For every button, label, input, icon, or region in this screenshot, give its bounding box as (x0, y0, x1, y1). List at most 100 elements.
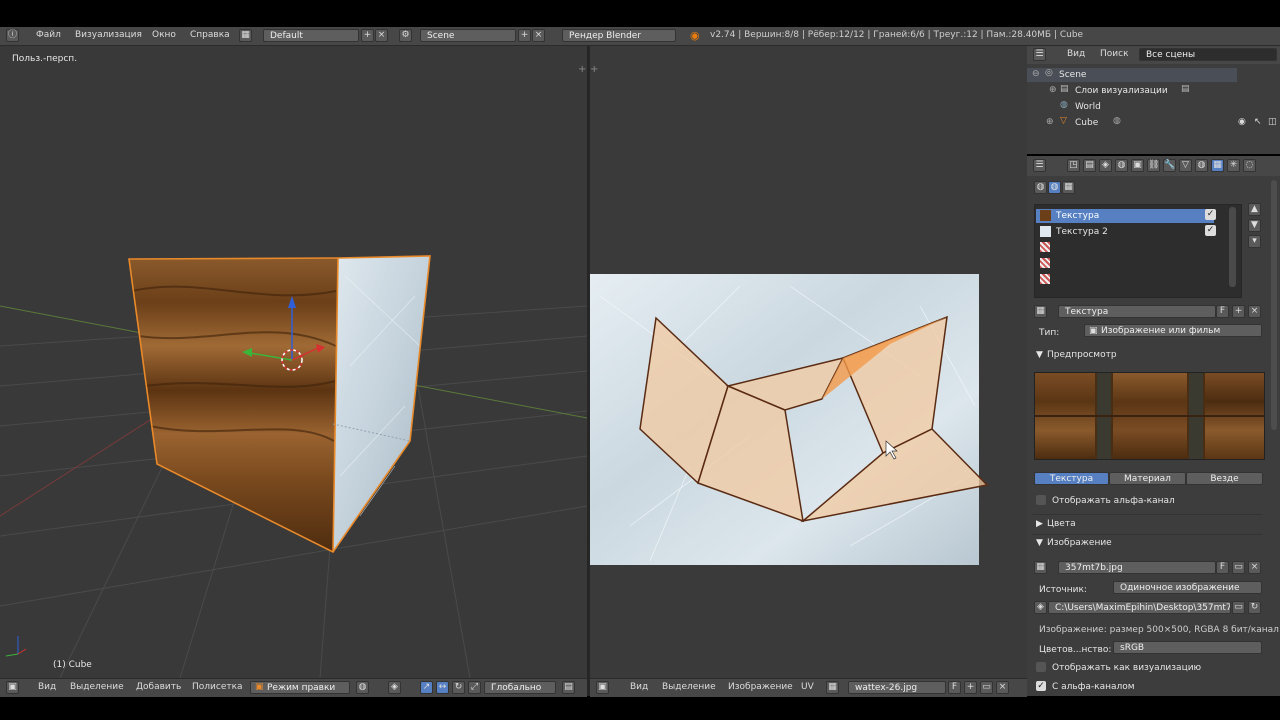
uv-image-name[interactable]: wattex-26.jpg (848, 681, 946, 694)
image-browse-icon[interactable]: ▦ (826, 681, 839, 694)
constraints-tab-icon[interactable]: ⛓ (1147, 159, 1160, 172)
slot-1-checkbox[interactable]: ✓ (1205, 209, 1216, 220)
selectable-arrow-icon[interactable]: ↖ (1254, 117, 1262, 127)
scene-tab-icon[interactable]: ◈ (1099, 159, 1112, 172)
layers-expand-icon[interactable]: ⊕ (1049, 85, 1057, 95)
render-layers-tab-icon[interactable]: ▤ (1083, 159, 1096, 172)
physics-tab-icon[interactable]: ◌ (1243, 159, 1256, 172)
slot-move-down-icon[interactable]: ▼ (1248, 219, 1261, 232)
world-tab-icon[interactable]: ◍ (1115, 159, 1128, 172)
cube-wood-face[interactable] (129, 258, 338, 552)
image-panel-header[interactable]: Изображение (1047, 538, 1112, 548)
outliner-menu-search[interactable]: Поиск (1100, 49, 1129, 59)
particles-tab-icon[interactable]: ✳ (1227, 159, 1240, 172)
uv-menu-select[interactable]: Выделение (662, 682, 716, 692)
texture-name-field[interactable]: Текстура (1058, 305, 1216, 318)
menu-file[interactable]: Файл (36, 30, 61, 40)
render-engine-select[interactable]: Рендер Blender (562, 29, 676, 42)
mode-select[interactable]: Режим правки (250, 681, 350, 694)
image-fake-user-button[interactable]: F (1216, 561, 1229, 574)
image-filepath-field[interactable]: C:\Users\MaximEpihin\Desktop\357mt7b... (1048, 601, 1231, 614)
layout-remove-icon[interactable]: × (375, 29, 388, 42)
menu-render[interactable]: Визуализация (75, 30, 142, 40)
properties-scrollbar[interactable] (1271, 180, 1277, 430)
material-texture-context-icon[interactable]: ◍ (1048, 181, 1061, 194)
uv-canvas[interactable]: + (590, 46, 1027, 678)
menu-add[interactable]: Добавить (136, 682, 181, 692)
translate-icon[interactable]: ↔ (436, 681, 449, 694)
slots-scrollbar[interactable] (1229, 207, 1236, 287)
layers-icon[interactable]: ▤ (562, 681, 575, 694)
show-alpha-checkbox[interactable] (1036, 495, 1046, 505)
slot-move-up-icon[interactable]: ▲ (1248, 203, 1261, 216)
material-tab-icon[interactable]: ◍ (1195, 159, 1208, 172)
menu-view[interactable]: Вид (38, 682, 56, 692)
menu-mesh[interactable]: Полисетка (192, 682, 243, 692)
texture-fake-user-button[interactable]: F (1216, 305, 1229, 318)
uv-menu-uvs[interactable]: UV (801, 682, 814, 692)
filepath-pack-icon[interactable]: ◈ (1034, 601, 1047, 614)
layout-add-icon[interactable]: + (361, 29, 374, 42)
outliner-menu-view[interactable]: Вид (1067, 49, 1085, 59)
texture-slot-2[interactable]: Текстура 2 (1056, 227, 1108, 237)
preview-collapse-icon[interactable]: ▼ (1036, 350, 1043, 360)
renderable-camera-icon[interactable]: ◫ (1268, 117, 1277, 127)
3d-viewport[interactable]: Польз.-персп. + (1) Cube (0, 46, 587, 678)
texture-unlink-icon[interactable]: × (1248, 305, 1261, 318)
uv-menu-view[interactable]: Вид (630, 682, 648, 692)
preview-tab-material[interactable]: Материал (1109, 472, 1186, 485)
world-texture-context-icon[interactable]: ◍ (1034, 181, 1047, 194)
scene-select[interactable]: Scene (420, 29, 516, 42)
image-browse-icon[interactable]: ▦ (1034, 561, 1047, 574)
layout-select[interactable]: Default (263, 29, 359, 42)
image-name-field[interactable]: 357mt7b.jpg (1058, 561, 1216, 574)
filepath-reload-icon[interactable]: ↻ (1248, 601, 1261, 614)
uv-menu-image[interactable]: Изображение (728, 682, 793, 692)
render-tab-icon[interactable]: ◳ (1067, 159, 1080, 172)
cube-ice-face[interactable] (333, 256, 430, 552)
orientation-select[interactable]: Глобально (484, 681, 556, 694)
outliner-item-render-layers[interactable]: Слои визуализации (1075, 86, 1168, 96)
use-alpha-checkbox[interactable]: ✓ (1036, 681, 1046, 691)
outliner-item-scene[interactable]: Scene (1059, 70, 1086, 80)
outliner-display-select[interactable]: Все сцены (1139, 48, 1277, 61)
uv-image-add-icon[interactable]: + (964, 681, 977, 694)
preview-tab-texture[interactable]: Текстура (1034, 472, 1109, 485)
uv-editor-type-icon[interactable]: ▣ (596, 681, 609, 694)
texture-browse-icon[interactable]: ▦ (1034, 305, 1047, 318)
view-as-render-checkbox[interactable] (1036, 662, 1046, 672)
scene-remove-icon[interactable]: × (532, 29, 545, 42)
preview-tab-both[interactable]: Везде (1186, 472, 1263, 485)
info-editor-icon[interactable]: ⓘ (6, 29, 19, 42)
modifiers-tab-icon[interactable]: 🔧 (1163, 159, 1176, 172)
scene-icon[interactable]: ⚙ (399, 29, 412, 42)
colors-expand-icon[interactable]: ▶ (1036, 519, 1043, 529)
slot-2-checkbox[interactable]: ✓ (1205, 225, 1216, 236)
uv-image-open-icon[interactable]: ▭ (980, 681, 993, 694)
editor-type-icon[interactable]: ▣ (6, 681, 19, 694)
shading-sphere-icon[interactable]: ◍ (356, 681, 369, 694)
layout-grid-icon[interactable]: ▦ (239, 29, 252, 42)
colorspace-select[interactable]: sRGB (1113, 641, 1262, 654)
preview-panel-header[interactable]: Предпросмотр (1047, 350, 1117, 360)
image-unlink-icon[interactable]: × (1248, 561, 1261, 574)
empty-slot-5-icon[interactable] (1040, 274, 1050, 284)
slot-specials-icon[interactable]: ▾ (1248, 235, 1261, 248)
texture-tab-icon[interactable]: ▦ (1211, 159, 1224, 172)
outliner-item-cube[interactable]: Cube (1075, 118, 1098, 128)
menu-help[interactable]: Справка (190, 30, 230, 40)
viewport-split-plus-icon[interactable]: + (578, 64, 586, 75)
3d-scene-canvas[interactable]: + (0, 46, 587, 678)
data-tab-icon[interactable]: ▽ (1179, 159, 1192, 172)
outliner-item-world[interactable]: World (1075, 102, 1101, 112)
image-open-icon[interactable]: ▭ (1232, 561, 1245, 574)
image-collapse-icon[interactable]: ▼ (1036, 538, 1043, 548)
outliner-editor-icon[interactable]: ☰ (1033, 48, 1046, 61)
filepath-browse-icon[interactable]: ▭ (1232, 601, 1245, 614)
texture-add-icon[interactable]: + (1232, 305, 1245, 318)
uv-split-plus-icon[interactable]: + (590, 64, 598, 75)
image-source-select[interactable]: Одиночное изображение (1113, 581, 1262, 594)
properties-editor-icon[interactable]: ☰ (1033, 159, 1046, 172)
empty-slot-3-icon[interactable] (1040, 242, 1050, 252)
scale-icon[interactable]: ⤢ (468, 681, 481, 694)
